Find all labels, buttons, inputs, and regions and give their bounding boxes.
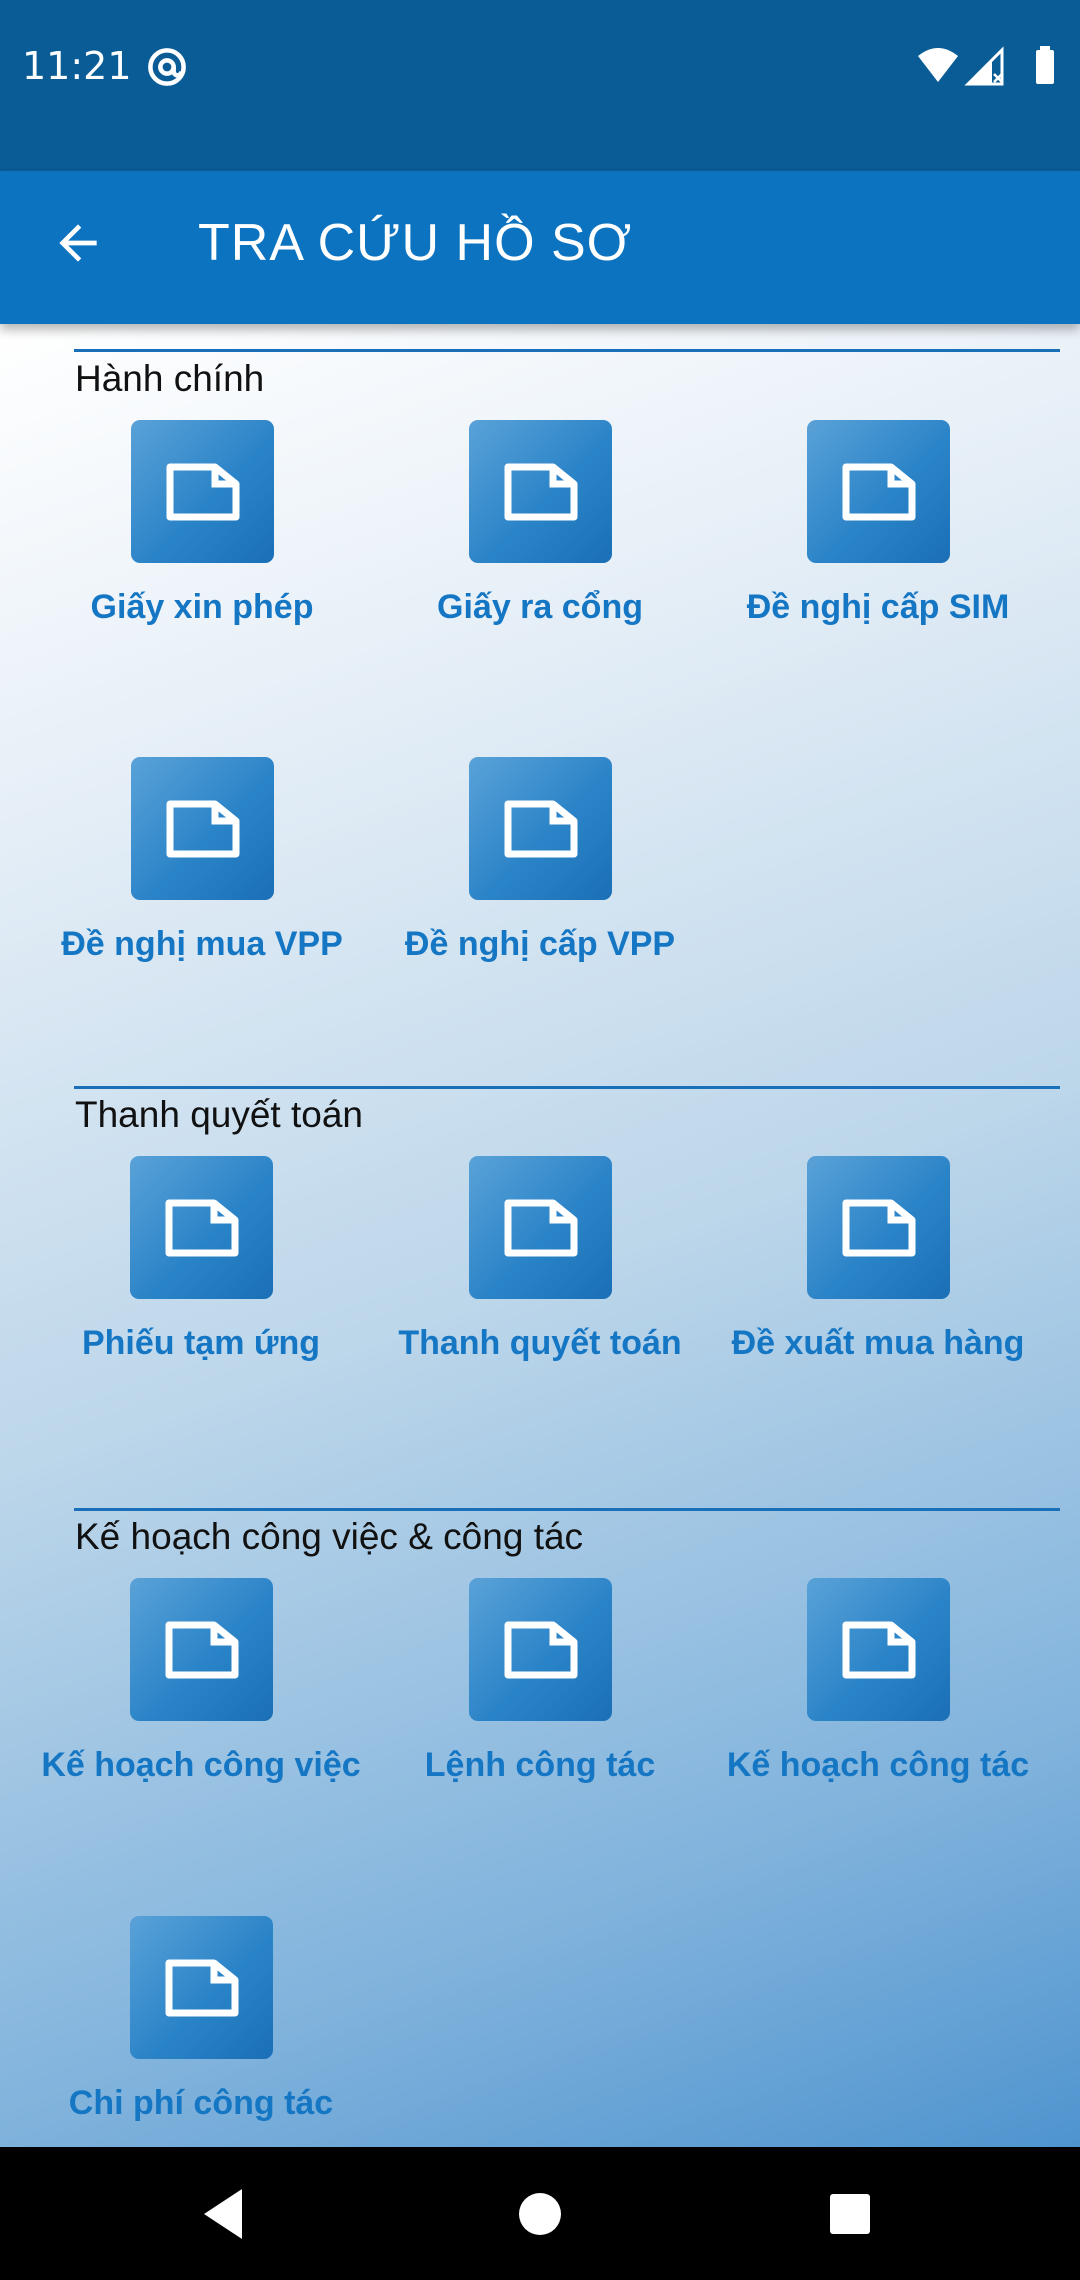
- section-title: Thanh quyết toán: [75, 1094, 363, 1135]
- tile-thanh-quyet-toan[interactable]: Thanh quyết toán: [370, 1156, 708, 1416]
- section-divider: [74, 1086, 1060, 1089]
- at-sign-icon: [148, 48, 186, 86]
- section-title: Kế hoạch công việc & công tác: [75, 1516, 584, 1557]
- document-icon: [807, 1578, 950, 1721]
- tile-giay-ra-cong[interactable]: Giấy ra cổng: [370, 420, 708, 680]
- document-icon: [130, 1156, 273, 1299]
- document-icon: [469, 1578, 612, 1721]
- tile-chi-phi-cong-tac[interactable]: Chi phí công tác: [31, 1916, 369, 2147]
- tile-ke-hoach-cong-viec[interactable]: Kế hoạch công việc: [31, 1578, 369, 1838]
- recents-square-icon[interactable]: [819, 2183, 881, 2245]
- section-title: Hành chính: [75, 358, 265, 399]
- tile-lenh-cong-tac[interactable]: Lệnh công tác: [370, 1578, 708, 1838]
- tile-phieu-tam-ung[interactable]: Phiếu tạm ứng: [31, 1156, 369, 1416]
- status-bar: 11:21: [0, 0, 1080, 171]
- back-triangle-icon[interactable]: [194, 2183, 256, 2245]
- system-nav-bar: [0, 2147, 1080, 2280]
- page-title: TRA CỨU HỒ SƠ: [198, 214, 633, 272]
- document-icon: [807, 420, 950, 563]
- wifi-icon: [918, 48, 958, 82]
- status-icons: [918, 46, 1054, 86]
- tile-label: Đề nghị cấp VPP: [404, 925, 676, 963]
- tile-de-nghi-cap-sim[interactable]: Đề nghị cấp SIM: [708, 420, 1046, 680]
- document-icon: [469, 420, 612, 563]
- back-button[interactable]: [40, 205, 116, 281]
- section-divider: [74, 1508, 1060, 1511]
- tile-label: Kế hoạch công tác: [726, 1746, 1030, 1784]
- document-icon: [130, 1578, 273, 1721]
- document-icon: [807, 1156, 950, 1299]
- tile-giay-xin-phep[interactable]: Giấy xin phép: [32, 420, 370, 680]
- tile-de-nghi-mua-vpp[interactable]: Đề nghị mua VPP: [32, 757, 370, 1017]
- document-icon: [130, 1916, 273, 2059]
- document-icon: [131, 420, 274, 563]
- status-time: 11:21: [22, 44, 132, 88]
- tile-label: Đề xuất mua hàng: [731, 1324, 1025, 1362]
- document-icon: [469, 1156, 612, 1299]
- tile-de-nghi-cap-vpp[interactable]: Đề nghị cấp VPP: [370, 757, 708, 1017]
- document-icon: [131, 757, 274, 900]
- battery-icon: [1036, 46, 1054, 84]
- tile-de-xuat-mua-hang[interactable]: Đề xuất mua hàng: [708, 1156, 1046, 1416]
- home-circle-icon[interactable]: [509, 2183, 571, 2245]
- tile-ke-hoach-cong-tac[interactable]: Kế hoạch công tác: [708, 1578, 1046, 1838]
- tile-label: Chi phí công tác: [68, 2084, 334, 2122]
- section-divider: [74, 349, 1060, 352]
- content-scroll[interactable]: Hành chính Giấy xin phép Giấy ra cổng Đề…: [0, 324, 1080, 2147]
- document-icon: [469, 757, 612, 900]
- cell-signal-icon: [964, 46, 1004, 86]
- app-bar: TRA CỨU HỒ SƠ: [0, 171, 1080, 324]
- tile-label: Đề nghị cấp SIM: [746, 588, 1010, 626]
- arrow-left-icon: [59, 224, 97, 262]
